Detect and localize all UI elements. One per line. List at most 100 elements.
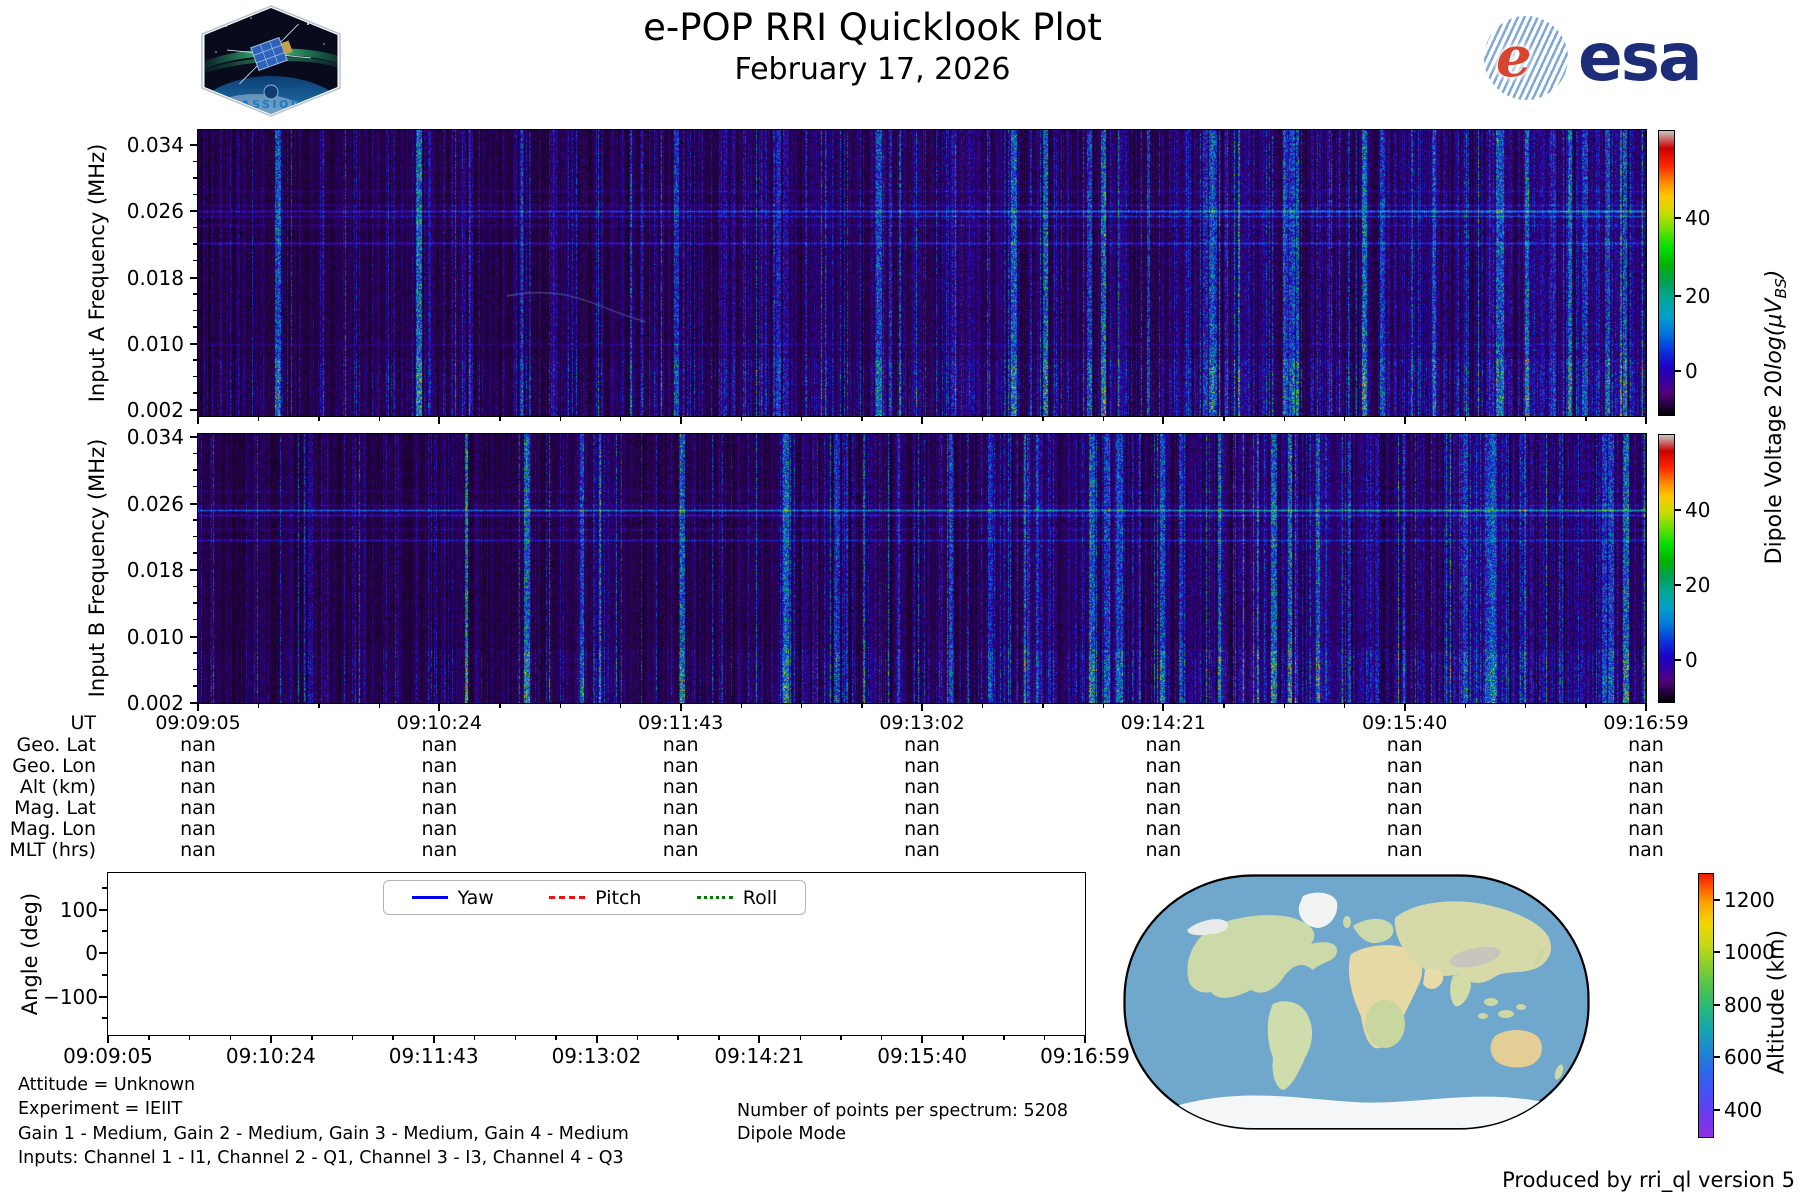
dipole-voltage-colorbar-label: Dipole Voltage 20log​(μVBS) [1761, 269, 1791, 565]
esa-logo: e esa [1484, 16, 1703, 100]
angle-x-tick-mark [269, 1036, 272, 1043]
angle-y-tick-mark [99, 952, 107, 954]
colorbar-tick-label: 40 [1685, 206, 1711, 230]
x-tick-mark [197, 417, 199, 424]
x-minor-tick [740, 704, 742, 708]
y-tick-mark [190, 342, 198, 345]
colorbar-tick-mark [1675, 659, 1681, 661]
table-cell: nan [421, 818, 458, 840]
colorbar-tick-mark [1675, 370, 1681, 372]
table-cell: 09:13:02 [879, 712, 965, 734]
esa-wordmark: esa [1578, 19, 1703, 96]
colorbar-tick-label: 0 [1685, 359, 1698, 383]
legend-label: Roll [742, 886, 778, 909]
altitude-tick-mark [1714, 951, 1720, 953]
x-minor-tick [800, 417, 803, 421]
y-tick-mark [190, 502, 198, 505]
x-minor-tick [257, 704, 260, 708]
angle-x-minor-tick [1043, 1036, 1046, 1040]
table-cell: nan [1386, 839, 1423, 861]
angle-x-minor-tick [1003, 1036, 1005, 1040]
table-cell: nan [1386, 797, 1423, 819]
x-minor-tick [1464, 417, 1466, 421]
points-annotation: Number of points per spectrum: 5208 [737, 1101, 1069, 1121]
table-cell: nan [904, 839, 940, 861]
x-minor-tick [499, 704, 501, 708]
angle-y-minor-tick [102, 887, 107, 889]
angle-x-minor-tick [677, 1036, 679, 1040]
y-tick-mark [190, 276, 198, 279]
x-minor-tick [378, 704, 380, 708]
x-tick-mark [921, 417, 923, 424]
x-minor-tick [257, 417, 260, 421]
angle-x-minor-tick [351, 1036, 354, 1040]
x-minor-tick [318, 417, 320, 421]
angle-x-minor-tick [188, 1036, 191, 1040]
y-tick-label: 0.002 [126, 691, 184, 715]
colorbar-tick-label: 40 [1685, 498, 1711, 522]
x-minor-tick [559, 417, 561, 421]
angle-x-minor-tick [392, 1036, 394, 1040]
y-tick-label: 0.034 [126, 425, 184, 449]
table-cell: nan [662, 734, 699, 756]
legend-label: Yaw [457, 886, 494, 909]
table-cell: nan [1628, 755, 1664, 777]
angle-y-minor-tick [102, 930, 107, 932]
x-minor-tick [559, 704, 561, 708]
y-tick-mark [190, 569, 198, 571]
colorbar-tick-mark [1675, 509, 1681, 511]
angle-x-minor-tick [880, 1036, 883, 1040]
altitude-colorbar [1698, 873, 1714, 1138]
legend-label: Pitch [595, 886, 642, 909]
x-minor-tick [1524, 417, 1527, 421]
angle-x-minor-tick [718, 1036, 720, 1040]
y-tick-mark [190, 702, 198, 704]
angle-x-tick-label: 09:14:21 [714, 1044, 805, 1068]
altitude-tick-label: 1200 [1724, 888, 1775, 912]
x-minor-tick [861, 704, 863, 708]
table-cell: nan [904, 818, 940, 840]
angle-x-tick-mark [1084, 1036, 1086, 1043]
x-minor-tick [800, 704, 803, 708]
angle-x-minor-tick [962, 1036, 964, 1040]
spectrogram-b-canvas [198, 434, 1646, 703]
colorbar-b [1658, 434, 1675, 703]
x-minor-tick [1464, 704, 1466, 708]
table-cell: nan [1386, 776, 1423, 798]
table-cell: nan [1628, 797, 1664, 819]
table-cell: 09:16:59 [1603, 712, 1689, 734]
altitude-tick-label: 800 [1724, 993, 1763, 1017]
angle-x-minor-tick [840, 1036, 842, 1040]
y-tick-label: 0.034 [126, 133, 184, 157]
x-minor-tick [1283, 417, 1285, 421]
x-tick-mark [921, 704, 923, 711]
roll-line-sample [696, 896, 733, 899]
altitude-tick-label: 600 [1724, 1045, 1763, 1069]
x-minor-tick [378, 417, 380, 421]
quicklook-plot-page: CASSIOPE e-POP RRI Quicklook Plot Februa… [0, 0, 1800, 1200]
table-cell: nan [180, 776, 216, 798]
table-row-label: UT [70, 712, 96, 734]
table-cell: nan [421, 755, 458, 777]
altitude-tick-mark [1714, 1056, 1720, 1058]
table-cell: 09:10:24 [396, 712, 482, 734]
table-cell: nan [662, 818, 699, 840]
y-tick-label: 0.026 [126, 491, 184, 516]
experiment-annotation: Experiment = IEIIT [18, 1099, 183, 1119]
x-tick-mark [1403, 417, 1406, 424]
table-cell: nan [1145, 839, 1182, 861]
altitude-tick-label: 400 [1724, 1098, 1763, 1122]
angle-x-minor-tick [799, 1036, 802, 1040]
x-minor-tick [619, 704, 622, 708]
colorbar-tick-mark [1675, 217, 1681, 219]
x-minor-tick [1223, 704, 1225, 708]
table-cell: nan [662, 776, 699, 798]
altitude-tick-mark [1714, 1109, 1720, 1111]
table-cell: nan [662, 755, 699, 777]
legend-item-pitch: Pitch [549, 887, 641, 909]
x-minor-tick [740, 417, 742, 421]
angle-x-tick-label: 09:13:02 [551, 1044, 642, 1068]
table-cell: nan [1628, 839, 1664, 861]
angle-x-tick-label: 09:09:05 [63, 1044, 153, 1068]
table-cell: nan [180, 755, 216, 777]
